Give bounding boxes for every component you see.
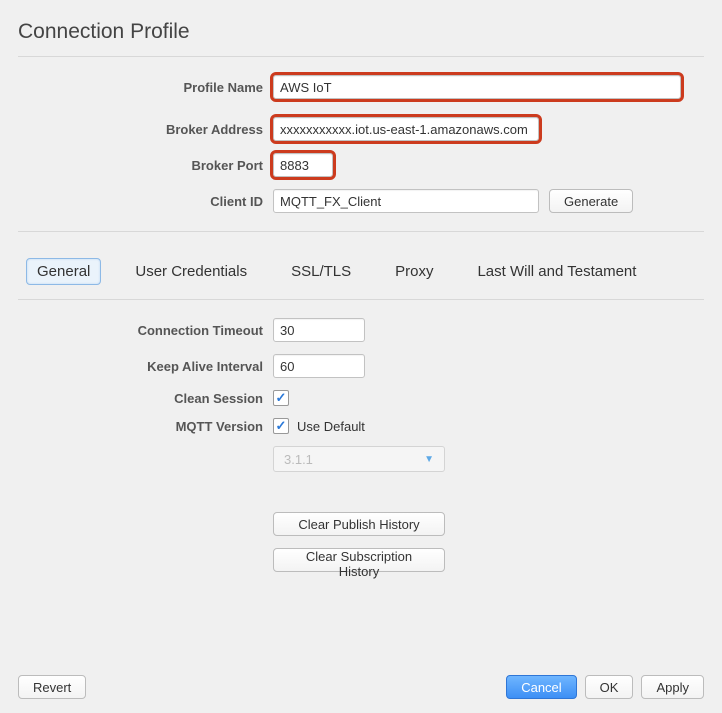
label-profile-name: Profile Name bbox=[18, 80, 273, 95]
label-connection-timeout: Connection Timeout bbox=[18, 323, 273, 338]
row-mqtt-version: MQTT Version Use Default bbox=[18, 418, 704, 434]
divider bbox=[18, 56, 704, 57]
broker-port-input[interactable] bbox=[273, 153, 333, 177]
mqtt-use-default-label: Use Default bbox=[297, 419, 365, 434]
row-broker-port: Broker Port bbox=[18, 153, 704, 177]
row-profile-name: Profile Name bbox=[18, 75, 704, 99]
row-clear-subscription: Clear Subscription History bbox=[18, 548, 704, 572]
clean-session-checkbox[interactable] bbox=[273, 390, 289, 406]
profile-name-input[interactable] bbox=[273, 75, 681, 99]
label-broker-port: Broker Port bbox=[18, 158, 273, 173]
apply-button[interactable]: Apply bbox=[641, 675, 704, 699]
row-mqtt-version-select: 3.1.1 ▼ bbox=[18, 446, 704, 472]
mqtt-version-dropdown[interactable]: 3.1.1 ▼ bbox=[273, 446, 445, 472]
row-broker-address: Broker Address bbox=[18, 117, 704, 141]
row-clear-publish: Clear Publish History bbox=[18, 512, 704, 536]
row-keep-alive: Keep Alive Interval bbox=[18, 354, 704, 378]
row-client-id: Client ID Generate bbox=[18, 189, 704, 213]
row-clean-session: Clean Session bbox=[18, 390, 704, 406]
connection-timeout-input[interactable] bbox=[273, 318, 365, 342]
label-mqtt-version: MQTT Version bbox=[18, 419, 273, 434]
clear-subscription-button[interactable]: Clear Subscription History bbox=[273, 548, 445, 572]
tab-proxy[interactable]: Proxy bbox=[385, 259, 443, 284]
tab-general[interactable]: General bbox=[26, 258, 101, 285]
clear-publish-button[interactable]: Clear Publish History bbox=[273, 512, 445, 536]
mqtt-use-default-checkbox[interactable] bbox=[273, 418, 289, 434]
label-clean-session: Clean Session bbox=[18, 391, 273, 406]
divider bbox=[18, 299, 704, 300]
generate-button[interactable]: Generate bbox=[549, 189, 633, 213]
footer: Revert Cancel OK Apply bbox=[18, 665, 704, 699]
row-connection-timeout: Connection Timeout bbox=[18, 318, 704, 342]
label-broker-address: Broker Address bbox=[18, 122, 273, 137]
label-keep-alive: Keep Alive Interval bbox=[18, 359, 273, 374]
page-title: Connection Profile bbox=[18, 20, 704, 44]
client-id-input[interactable] bbox=[273, 189, 539, 213]
divider bbox=[18, 231, 704, 232]
mqtt-version-selected: 3.1.1 bbox=[284, 452, 313, 467]
tab-user-credentials[interactable]: User Credentials bbox=[125, 259, 257, 284]
cancel-button[interactable]: Cancel bbox=[506, 675, 576, 699]
label-client-id: Client ID bbox=[18, 194, 273, 209]
ok-button[interactable]: OK bbox=[585, 675, 634, 699]
broker-address-input[interactable] bbox=[273, 117, 539, 141]
tab-bar: General User Credentials SSL/TLS Proxy L… bbox=[26, 258, 704, 285]
revert-button[interactable]: Revert bbox=[18, 675, 86, 699]
tab-ssl-tls[interactable]: SSL/TLS bbox=[281, 259, 361, 284]
tab-last-will[interactable]: Last Will and Testament bbox=[467, 259, 646, 284]
chevron-down-icon: ▼ bbox=[424, 454, 434, 465]
keep-alive-input[interactable] bbox=[273, 354, 365, 378]
